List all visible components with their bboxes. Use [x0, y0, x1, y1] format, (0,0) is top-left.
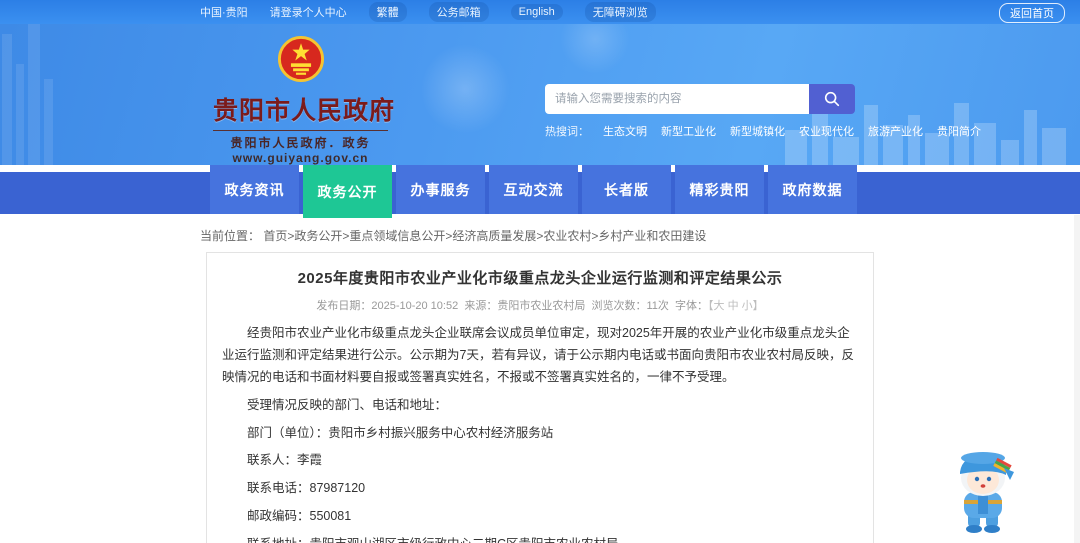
national-emblem-icon [277, 36, 324, 82]
hot-search-label: 热搜词： [545, 126, 589, 138]
hot-search-word[interactable]: 贵阳简介 [937, 123, 981, 139]
font-size-label: 字体： [675, 300, 709, 312]
article-body: 经贵阳市农业产业化市级重点龙头企业联席会议成员单位审定，现对2025年开展的农业… [222, 323, 858, 543]
site-title: 贵阳市人民政府 [213, 97, 396, 125]
header-banner: 贵阳市人民政府 贵阳市人民政府．政务 www.guiyang.gov.cn 热搜… [0, 24, 1080, 165]
hot-search-word[interactable]: 新型城镇化 [730, 123, 785, 139]
back-to-home-button[interactable]: 返回首页 [999, 3, 1065, 23]
nav-item[interactable]: 办事服务 [396, 165, 485, 214]
publish-date: 发布日期：2025-10-20 10:52 [316, 300, 459, 312]
article-paragraph: 邮政编码：550081 [247, 509, 352, 524]
article-title: 2025年度贵阳市农业产业化市级重点龙头企业运行监测和评定结果公示 [297, 270, 783, 287]
topbar-link[interactable]: English [510, 4, 563, 20]
topbar-link[interactable]: 中国·贵阳 [200, 4, 248, 20]
breadcrumb: 当前位置： 首页>政务公开>重点领域信息公开>经济高质量发展>农业农村>乡村产业… [200, 227, 880, 244]
search-input[interactable] [545, 84, 809, 114]
scrollbar[interactable] [1074, 215, 1080, 543]
search-icon [824, 91, 840, 107]
search-button[interactable] [809, 84, 855, 114]
article-paragraph: 受理情况反映的部门、电话和地址： [247, 397, 448, 412]
topbar-link[interactable]: 无障碍浏览 [584, 2, 656, 22]
nav-item[interactable]: 政务资讯 [210, 165, 299, 214]
hot-search-words: 生态文明 新型工业化 新型城镇化 农业现代化 旅游产业化 贵阳简介 [603, 123, 981, 139]
article-card: 2025年度贵阳市农业产业化市级重点龙头企业运行监测和评定结果公示 发布日期：2… [206, 252, 874, 543]
site-logo[interactable]: 贵阳市人民政府 贵阳市人民政府．政务 www.guiyang.gov.cn [213, 36, 396, 165]
hot-search-word[interactable]: 生态文明 [603, 123, 647, 139]
topbar-link[interactable]: 公务邮箱 [428, 2, 489, 22]
article-paragraph: 联系人：李霞 [247, 453, 323, 468]
service-mascot-icon[interactable] [948, 448, 1018, 534]
view-count: 浏览次数：11次 [591, 300, 669, 312]
breadcrumb-path[interactable]: 首页>政务公开>重点领域信息公开>经济高质量发展>农业农村>乡村产业和农田建设 [263, 229, 706, 243]
search-area: 热搜词： 生态文明新型工业化新型城镇化农业现代化旅游产业化贵阳简介 [545, 84, 981, 139]
article-meta: 发布日期：2025-10-20 10:52 来源：贵阳市农业农村局 浏览次数：1… [222, 297, 858, 313]
main-nav: 政务资讯 政务公开 办事服务 互动交流 长者版 精彩贵阳 政府数据 [0, 165, 1080, 218]
font-size-switcher[interactable]: 【大 中 小】 [708, 300, 764, 312]
nav-item[interactable]: 互动交流 [489, 165, 578, 214]
article-paragraph: 经贵阳市农业产业化市级重点龙头企业联席会议成员单位审定，现对2025年开展的农业… [222, 326, 854, 384]
hot-search-word[interactable]: 农业现代化 [799, 123, 854, 139]
topbar-link[interactable]: 请登录个人中心 [270, 4, 347, 20]
article-paragraph: 联系地址：贵阳市观山湖区市级行政中心二期C区贵阳市农业农村局 [222, 534, 858, 543]
topbar: 中国·贵阳 请登录个人中心 繁體 公务邮箱 English 无障碍浏览 返回首页 [0, 0, 1080, 24]
nav-item[interactable]: 政府数据 [768, 165, 857, 214]
nav-item[interactable]: 长者版 [582, 165, 671, 214]
skyline-left-decoration [2, 24, 53, 165]
hot-search-word[interactable]: 旅游产业化 [868, 123, 923, 139]
breadcrumb-label: 当前位置： [200, 229, 261, 243]
topbar-link[interactable]: 繁體 [368, 2, 407, 22]
article-paragraph: 部门（单位）：贵阳市乡村振兴服务中心农村经济服务站 [247, 425, 554, 440]
topbar-links: 中国·贵阳 请登录个人中心 繁體 公务邮箱 English 无障碍浏览 [200, 2, 656, 22]
hot-search-word[interactable]: 新型工业化 [661, 123, 716, 139]
article-paragraph: 联系电话：87987120 [247, 481, 366, 496]
site-subtitle: 贵阳市人民政府．政务 [213, 130, 388, 151]
nav-item[interactable]: 精彩贵阳 [675, 165, 764, 214]
nav-item[interactable]: 政务公开 [303, 165, 392, 218]
site-url: www.guiyang.gov.cn [232, 151, 369, 165]
article-source: 来源：贵阳市农业农村局 [464, 300, 586, 312]
